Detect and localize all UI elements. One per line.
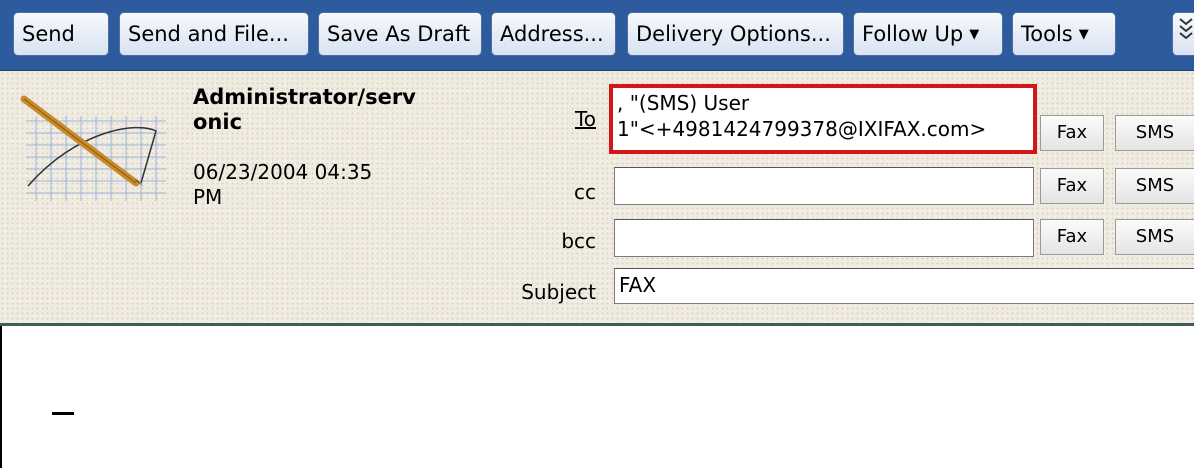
sender-name: Administrator/serv onic (193, 85, 416, 135)
follow-up-button[interactable]: Follow Up ▼ (853, 12, 1003, 56)
dropdown-arrow-icon: ▼ (1078, 27, 1089, 42)
chevron-glyph (1179, 18, 1193, 40)
address-button[interactable]: Address... (491, 12, 616, 56)
cc-field[interactable] (614, 167, 1034, 205)
to-fax-button[interactable]: Fax (1040, 115, 1104, 151)
cc-sms-button[interactable]: SMS (1115, 168, 1194, 204)
follow-up-label: Follow Up (862, 22, 964, 46)
to-value-line2: 1"<+4981424799378@IXIFAX.com> (617, 117, 987, 141)
send-button[interactable]: Send (13, 12, 109, 56)
to-field[interactable]: , "(SMS) User 1"<+4981424799378@IXIFAX.c… (609, 84, 1037, 154)
sent-date-line2: PM (193, 185, 223, 209)
bcc-field[interactable] (614, 219, 1034, 257)
message-body-editor[interactable] (0, 326, 1194, 468)
to-sms-button[interactable]: SMS (1115, 115, 1194, 151)
save-as-draft-button[interactable]: Save As Draft (318, 12, 482, 56)
dropdown-arrow-icon: ▼ (969, 27, 980, 42)
to-label-link[interactable]: To (520, 107, 596, 131)
sender-name-line1: Administrator/serv (193, 85, 416, 109)
to-value-line1: , "(SMS) User (617, 91, 750, 115)
sent-date-line1: 06/23/2004 04:35 (193, 160, 373, 184)
delivery-options-button[interactable]: Delivery Options... (627, 12, 844, 56)
text-cursor (52, 412, 74, 415)
bcc-label: bcc (561, 229, 596, 253)
subject-label: Subject (521, 280, 596, 304)
message-header: Administrator/serv onic 06/23/2004 04:35… (0, 71, 1194, 326)
cc-label: cc (574, 180, 596, 204)
sender-name-line2: onic (193, 110, 243, 134)
pen-and-paper-icon (20, 95, 166, 201)
bcc-fax-button[interactable]: Fax (1040, 219, 1104, 255)
toolbar: Send Send and File... Save As Draft Addr… (0, 0, 1194, 71)
subject-field[interactable]: FAX (614, 268, 1194, 304)
double-chevron-down-icon[interactable] (1172, 12, 1194, 56)
bcc-sms-button[interactable]: SMS (1115, 219, 1194, 255)
tools-label: Tools (1021, 22, 1073, 46)
tools-button[interactable]: Tools ▼ (1012, 12, 1116, 56)
cc-fax-button[interactable]: Fax (1040, 168, 1104, 204)
sent-date: 06/23/2004 04:35 PM (193, 160, 413, 210)
send-and-file-button[interactable]: Send and File... (119, 12, 309, 56)
